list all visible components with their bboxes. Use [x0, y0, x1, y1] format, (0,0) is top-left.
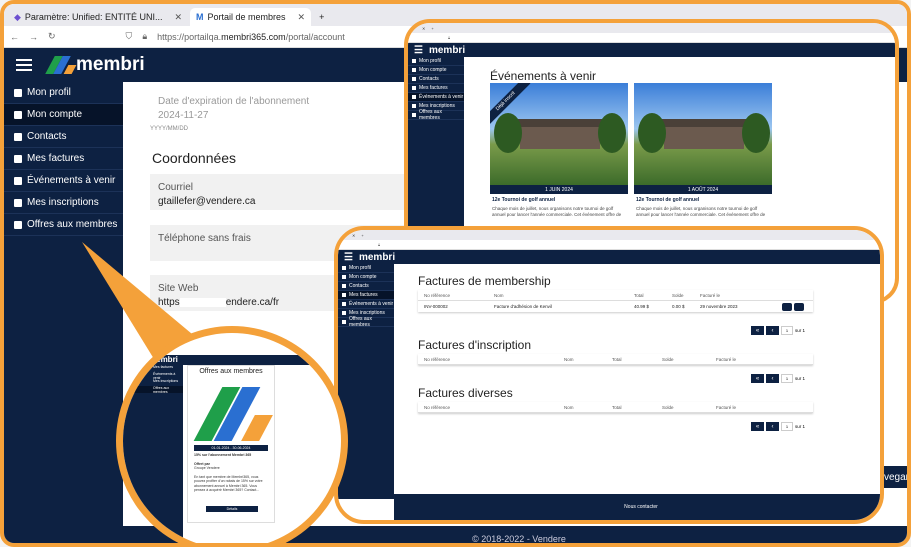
offer-name: 15% sur l'abonnement Membri 365 [194, 453, 252, 457]
prev-page-icon[interactable]: ‹ [766, 374, 779, 383]
mini-brand-name: membri [358, 251, 396, 263]
print-icon[interactable] [794, 302, 804, 311]
mini-app-header: membri [123, 355, 341, 365]
event-date: 1 JUIN 2024 [490, 185, 628, 194]
mini-sidebar-item[interactable]: Contacts [338, 282, 394, 291]
mini-sidebar-item[interactable]: Mon profil [338, 264, 394, 273]
first-page-icon[interactable]: « [751, 326, 764, 335]
table-header: No référence Nom Total Solde Facturé le [418, 354, 813, 365]
mini-sidebar-item[interactable]: Événements à venir [123, 372, 183, 380]
event-name: 12e Tournoi de golf annuel [636, 197, 700, 203]
membership-invoices-table: No référence Nom Total Solde Facturé le INV-… [418, 290, 813, 312]
mini-app-header: ☰ membri [408, 43, 895, 57]
inscription-invoices-table: No référence Nom Total Solde Facturé le [418, 354, 813, 365]
table-header: No référence Nom Total Solde Facturé le [418, 402, 813, 413]
page-count: sur 1 [795, 328, 806, 333]
event-name: 12e Tournoi de golf annuel [492, 197, 556, 203]
pager: «‹ 1 sur 1 [751, 326, 805, 335]
misc-invoices-table: No référence Nom Total Solde Facturé le [418, 402, 813, 413]
contact-link[interactable]: Nous contacter [624, 504, 658, 510]
prev-page-icon[interactable]: ‹ [766, 422, 779, 431]
mini-url: 🔒︎ [338, 240, 880, 250]
mini-sidebar: Mon profil Mon compte Contacts Mes factu… [338, 264, 394, 499]
page-count: sur 1 [795, 424, 806, 429]
mini-app-header: ☰ membri [338, 250, 880, 264]
event-card[interactable]: Déjà inscrit 1 JUIN 2024 12e Tournoi de … [490, 83, 628, 218]
mini-sidebar-item[interactable]: Offres aux membres [408, 109, 464, 121]
mini-sidebar-item[interactable]: Mes factures [338, 291, 394, 300]
event-card[interactable]: 1 AOÛT 2024 12e Tournoi de golf annuel C… [634, 83, 772, 218]
info-icon[interactable] [782, 302, 792, 311]
offers-magnifier: membri Mes factures Événements à venir M… [116, 326, 348, 543]
page-input[interactable]: 1 [781, 422, 793, 431]
mini-sidebar-item[interactable]: Contacts [408, 75, 464, 84]
events-title: Événements à venir [490, 69, 597, 83]
event-date: 1 AOÛT 2024 [634, 185, 772, 194]
membership-invoices-title: Factures de membership [418, 274, 551, 288]
first-page-icon[interactable]: « [751, 374, 764, 383]
pager: «‹ 1 sur 1 [751, 374, 805, 383]
page-input[interactable]: 1 [781, 374, 793, 383]
first-page-icon[interactable]: « [751, 422, 764, 431]
mini-sidebar-item[interactable]: Offres aux membres [123, 386, 183, 394]
mini-sidebar-item[interactable]: Mon compte [408, 66, 464, 75]
mini-sidebar-item[interactable]: Mes factures [123, 365, 183, 372]
inscription-invoices-title: Factures d'inscription [418, 338, 532, 352]
mini-sidebar-item[interactable]: Mon compte [338, 273, 394, 282]
offer-card[interactable]: Offres aux membres 01-01-2024 - 30-06-20… [187, 365, 275, 523]
event-description: Chaque mois de juillet, nous organisons … [636, 206, 766, 217]
misc-invoices-title: Factures diverses [418, 386, 513, 400]
page-count: sur 1 [795, 376, 806, 381]
pager: «‹ 1 sur 1 [751, 422, 805, 431]
prev-page-icon[interactable]: ‹ [766, 326, 779, 335]
offers-title: Offres aux membres [199, 368, 263, 375]
mini-footer: Nous contacter [394, 494, 880, 520]
mini-brand-name: membri [149, 355, 178, 364]
table-row[interactable]: INV-000002 Facture d'adhésion de Kenvil 40… [418, 301, 813, 312]
mini-sidebar-item[interactable]: Mes inscriptions [123, 379, 183, 386]
table-header: No référence Nom Total Solde Facturé le [418, 290, 813, 301]
mini-sidebar-item[interactable]: Offres aux membres [338, 316, 394, 328]
mini-browser-tabs: ✕ + [338, 230, 880, 240]
offer-logo-icon [193, 383, 273, 441]
offer-description: En tant que membre de Membri365, vous po… [194, 474, 263, 493]
invoices-screenshot-panel: ✕ + 🔒︎ ☰ membri Mon profil Mon compte Con… [334, 226, 884, 524]
mini-sidebar-item[interactable]: Événements à venir [338, 300, 394, 309]
offer-details-button[interactable]: Détails [206, 506, 258, 512]
mini-brand-name: membri [428, 44, 466, 56]
mini-browser-tabs: ✕ + [408, 23, 895, 33]
event-description: Chaque mois de juillet, nous organisons … [492, 206, 622, 217]
screenshot-frame: ◆ Paramètre: Unified: ENTITÉ UNI... ✕ M … [0, 0, 911, 547]
mini-sidebar: Mes factures Événements à venir Mes insc… [123, 365, 183, 543]
event-image [634, 83, 772, 185]
mini-sidebar-item[interactable]: Mes factures [408, 84, 464, 93]
mini-url: 🔒︎ [408, 33, 895, 43]
mini-sidebar-item[interactable]: Événements à venir [408, 93, 464, 102]
mini-sidebar-item[interactable]: Mon profil [408, 57, 464, 66]
page-input[interactable]: 1 [781, 326, 793, 335]
event-image: Déjà inscrit [490, 83, 628, 185]
